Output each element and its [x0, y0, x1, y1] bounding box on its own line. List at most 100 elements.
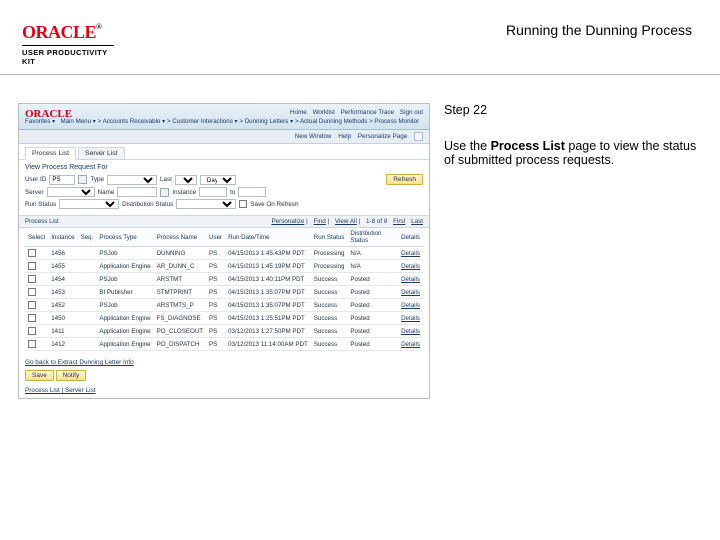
details-link[interactable]: Details	[401, 302, 420, 309]
table-row: 1452PSJobARSTMTS_PPS04/15/2013 1:35:07PM…	[25, 299, 423, 312]
global-link-perf[interactable]: Performance Trace	[341, 109, 395, 116]
row-select-checkbox[interactable]	[28, 327, 36, 335]
instance-from[interactable]	[199, 187, 227, 197]
grid-find[interactable]: Find	[314, 218, 326, 225]
cell-dist: Posted	[347, 338, 398, 351]
goback-link[interactable]: Go back to Extract Dunning Letter Info	[25, 359, 423, 366]
cell-instance: 1452	[48, 299, 77, 312]
col-dist[interactable]: Distribution Status	[347, 228, 398, 247]
cell-seq	[78, 299, 97, 312]
details-link[interactable]: Details	[401, 341, 420, 348]
notify-button[interactable]: Notify	[56, 370, 87, 381]
cell-dist: N/A	[347, 260, 398, 273]
col-dt[interactable]: Run Date/Time	[225, 228, 311, 247]
table-row: 1411Application EnginePO_CLOSEOUTPS03/12…	[25, 325, 423, 338]
name-label: Name	[98, 189, 115, 196]
instance-to[interactable]	[238, 187, 266, 197]
bc-item[interactable]: Customer Interactions ▾	[172, 118, 237, 125]
grid-last[interactable]: Last	[411, 218, 423, 225]
cell-instance: 1453	[48, 286, 77, 299]
cell-user: PS	[206, 260, 225, 273]
link-new-window[interactable]: New Window	[295, 133, 332, 140]
cell-user: PS	[206, 247, 225, 260]
cell-seq	[78, 312, 97, 325]
cell-seq	[78, 260, 97, 273]
grid-viewall[interactable]: View All	[335, 218, 357, 225]
inst-pre: Use the	[444, 139, 491, 153]
global-link-signout[interactable]: Sign out	[400, 109, 423, 116]
lookup-icon[interactable]	[160, 188, 169, 197]
grid-first[interactable]: First	[393, 218, 405, 225]
bc-item[interactable]: Actual Dunning Methods	[300, 118, 367, 125]
grid-title: Process List	[25, 218, 59, 225]
col-pname[interactable]: Process Name	[154, 228, 206, 247]
bc-item[interactable]: Favorites ▾	[25, 118, 55, 125]
table-row: 1453 BI PublisherSTMTPRINTPS04/15/2013 1:…	[25, 286, 423, 299]
cell-ptype: Application Engine	[96, 260, 153, 273]
row-select-checkbox[interactable]	[28, 275, 36, 283]
cell-run: Processing	[311, 247, 348, 260]
server-select[interactable]	[47, 187, 95, 197]
col-run[interactable]: Run Status	[311, 228, 348, 247]
table-row: 1450Application EngineFS_DIAGNOSEPS04/15…	[25, 312, 423, 325]
cell-seq	[78, 325, 97, 338]
col-details[interactable]: Details	[398, 228, 423, 247]
last-num-select[interactable]: 1	[175, 175, 197, 185]
global-link-worklist[interactable]: Worklist	[313, 109, 335, 116]
col-instance[interactable]: Instance	[48, 228, 77, 247]
link-help[interactable]: Help	[338, 133, 351, 140]
row-select-checkbox[interactable]	[28, 314, 36, 322]
mock-menubar: ORACLE Home Worklist Performance Trace S…	[19, 104, 429, 130]
cell-run: Success	[311, 325, 348, 338]
details-link[interactable]: Details	[401, 289, 420, 296]
cell-dist: Posted	[347, 299, 398, 312]
cell-pname: STMTPRINT	[154, 286, 206, 299]
save-on-refresh-checkbox[interactable]	[239, 200, 247, 208]
tab-process-list[interactable]: Process List	[25, 147, 76, 160]
cell-user: PS	[206, 299, 225, 312]
instance-label: Instance	[172, 189, 196, 196]
cell-ptype: BI Publisher	[96, 286, 153, 299]
tab-server-list[interactable]: Server List	[78, 147, 124, 160]
grid-nav: Personalize | Find | View All | 1-8 of 8…	[267, 218, 423, 225]
name-input[interactable]	[117, 187, 157, 197]
page-header: ORACLE® USER PRODUCTIVITY KIT Running th…	[0, 0, 720, 74]
cell-dt: 04/15/2013 1:35:07PM PDT	[225, 286, 311, 299]
grid-personalize[interactable]: Personalize	[271, 218, 304, 225]
col-select[interactable]: Select	[25, 228, 48, 247]
run-status-select[interactable]	[59, 199, 119, 209]
type-select[interactable]	[107, 175, 157, 185]
details-link[interactable]: Details	[401, 250, 420, 257]
bc-item[interactable]: Dunning Letters ▾	[245, 118, 294, 125]
dist-status-select[interactable]	[176, 199, 236, 209]
last-unit-select[interactable]: Days	[200, 175, 236, 185]
user-id-input[interactable]	[49, 175, 75, 185]
link-personalize[interactable]: Personalize Page	[358, 133, 407, 140]
row-select-checkbox[interactable]	[28, 301, 36, 309]
col-user[interactable]: User	[206, 228, 225, 247]
details-link[interactable]: Details	[401, 276, 420, 283]
cell-dt: 04/15/2013 1:40:11PM PDT	[225, 273, 311, 286]
row-select-checkbox[interactable]	[28, 262, 36, 270]
global-link-home[interactable]: Home	[290, 109, 307, 116]
bottom-tabs-links[interactable]: Process List | Server List	[25, 387, 423, 394]
details-link[interactable]: Details	[401, 263, 420, 270]
row-select-checkbox[interactable]	[28, 340, 36, 348]
cell-user: PS	[206, 286, 225, 299]
row-select-checkbox[interactable]	[28, 288, 36, 296]
bc-item[interactable]: Accounts Receivable ▾	[103, 118, 166, 125]
lookup-icon[interactable]	[78, 175, 87, 184]
filter-title: View Process Request For	[25, 164, 423, 171]
col-ptype[interactable]: Process Type	[96, 228, 153, 247]
instance-to-label: to	[230, 189, 235, 196]
details-link[interactable]: Details	[401, 328, 420, 335]
row-select-checkbox[interactable]	[28, 249, 36, 257]
bc-item[interactable]: Process Monitor	[374, 118, 419, 125]
refresh-button[interactable]: Refresh	[386, 174, 423, 185]
col-seq[interactable]: Seq.	[78, 228, 97, 247]
bc-item[interactable]: Main Menu ▾	[60, 118, 95, 125]
save-button[interactable]: Save	[25, 370, 54, 381]
cell-dist: Posted	[347, 273, 398, 286]
process-table: Select Instance Seq. Process Type Proces…	[25, 228, 423, 351]
details-link[interactable]: Details	[401, 315, 420, 322]
